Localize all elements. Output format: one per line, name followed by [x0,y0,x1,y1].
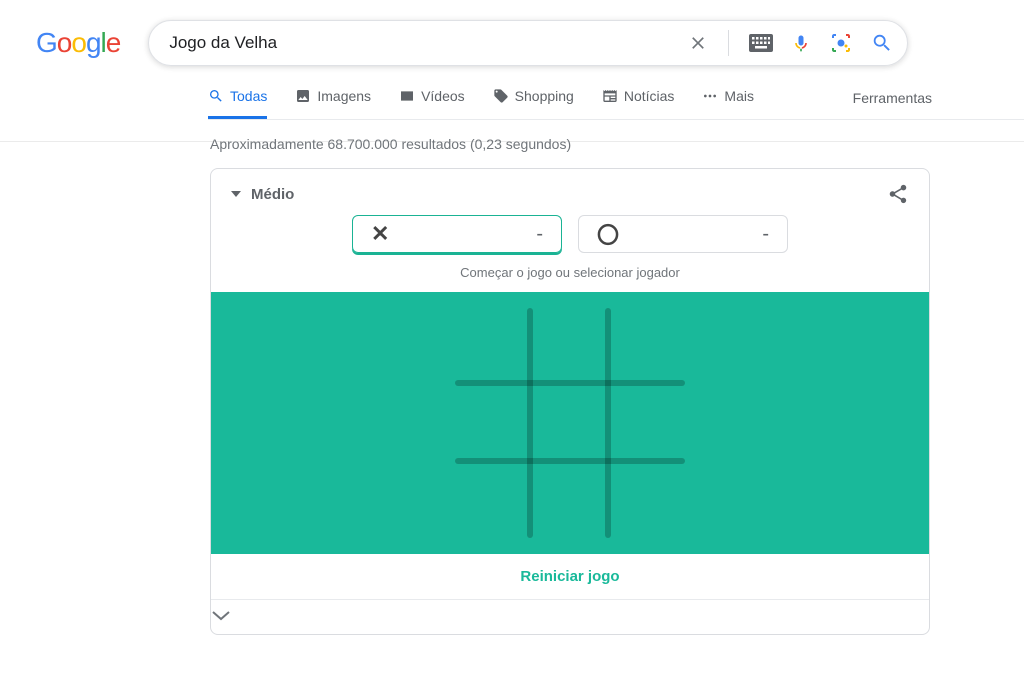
cell-0-2[interactable] [608,308,685,385]
cell-2-1[interactable] [532,461,609,538]
difficulty-selector[interactable]: Médio [231,186,294,203]
cell-1-1[interactable] [532,385,609,462]
lens-icon[interactable] [829,31,853,55]
tab-more[interactable]: Mais [702,88,754,119]
divider [728,30,729,56]
share-icon[interactable] [887,183,909,205]
score-o: - [762,223,769,246]
keyboard-icon[interactable] [749,34,773,52]
tab-label: Shopping [515,88,574,104]
tab-shopping[interactable]: Shopping [493,88,574,119]
tab-label: Imagens [317,88,371,104]
cell-1-2[interactable] [608,385,685,462]
tab-news[interactable]: Notícias [602,88,675,119]
tab-images[interactable]: Imagens [295,88,371,119]
google-logo[interactable]: Google [36,27,120,59]
search-input[interactable] [169,33,688,53]
search-bar [148,20,908,66]
game-board-area [211,292,929,554]
tools-button[interactable]: Ferramentas [853,90,932,118]
tab-label: Todas [230,88,267,104]
player-x-selector[interactable]: ✕ - [352,215,562,253]
mic-icon[interactable] [791,31,811,55]
cell-2-0[interactable] [455,461,532,538]
x-mark-icon: ✕ [371,221,389,247]
chevron-down-icon [211,610,231,622]
cell-0-1[interactable] [532,308,609,385]
cell-2-2[interactable] [608,461,685,538]
tab-videos[interactable]: Vídeos [399,88,465,119]
results-stats: Aproximadamente 68.700.000 resultados (0… [210,136,1024,152]
cell-0-0[interactable] [455,308,532,385]
game-hint: Começar o jogo ou selecionar jogador [211,259,929,292]
tab-label: Mais [724,88,754,104]
score-x: - [536,223,543,246]
search-tabs: Todas Imagens Vídeos Shopping Notícias M… [208,88,1024,120]
game-board [455,308,685,538]
search-icon[interactable] [871,32,893,54]
cell-1-0[interactable] [455,385,532,462]
restart-button[interactable]: Reiniciar jogo [211,554,929,600]
player-o-selector[interactable]: 〇 - [578,215,788,253]
tab-all[interactable]: Todas [208,88,267,119]
tab-label: Notícias [624,88,675,104]
clear-icon[interactable] [688,33,708,53]
tab-label: Vídeos [421,88,465,104]
dropdown-icon [231,189,241,199]
difficulty-label: Médio [251,186,294,203]
expand-button[interactable] [211,600,929,634]
tictactoe-card: Médio ✕ - 〇 - Começar o jogo ou selecion… [210,168,930,635]
o-mark-icon: 〇 [597,218,619,250]
